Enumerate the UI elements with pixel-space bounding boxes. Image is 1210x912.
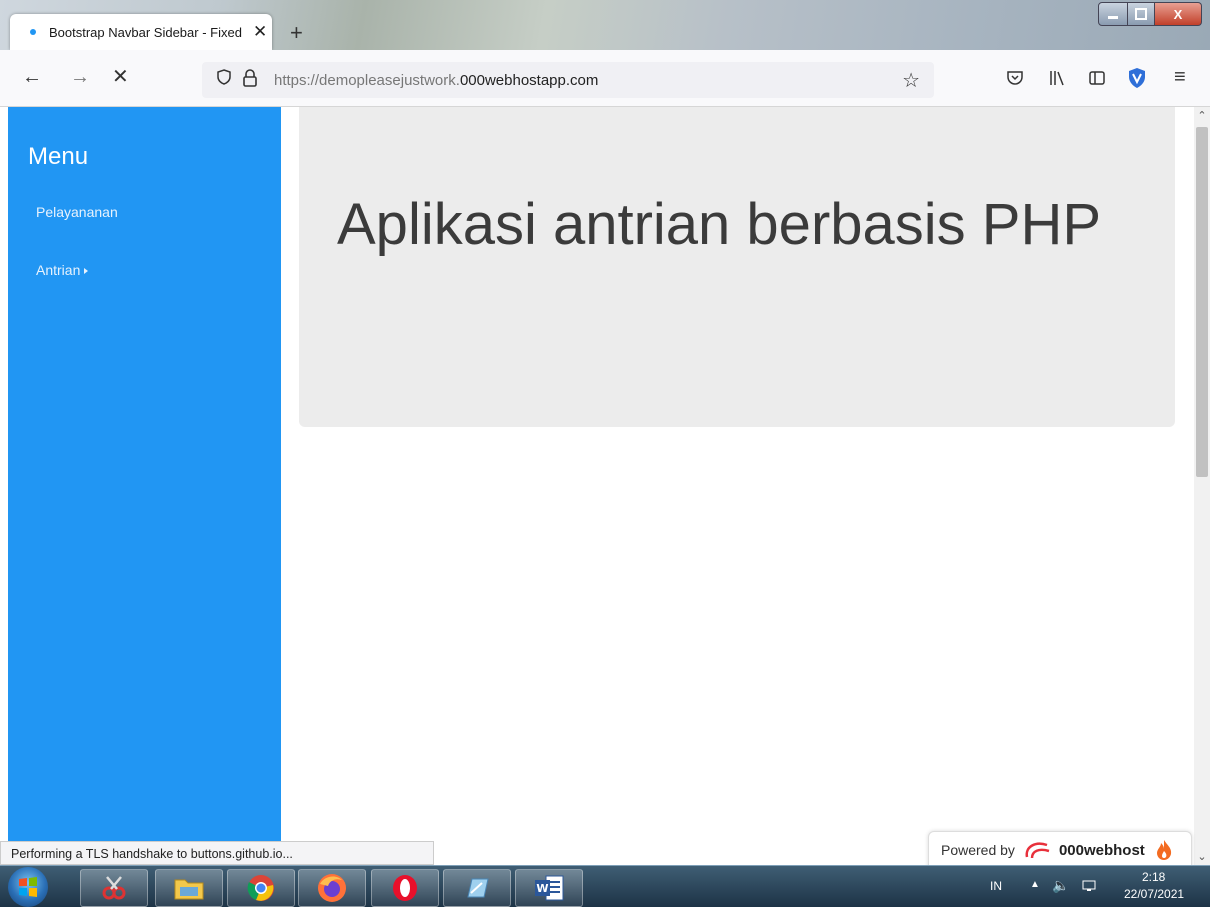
taskbar-snipping-tool[interactable]	[80, 869, 148, 907]
stop-button[interactable]: ✕	[112, 65, 129, 89]
jumbotron: Aplikasi antrian berbasis PHP	[299, 107, 1175, 427]
library-icon[interactable]	[1048, 69, 1066, 87]
tab-loading-icon	[30, 29, 36, 35]
close-window-button[interactable]: X	[1155, 2, 1202, 26]
start-button[interactable]	[8, 867, 48, 907]
sidebar: Menu Pelayananan Antrian	[8, 107, 281, 841]
tracking-protection-icon[interactable]	[216, 69, 232, 85]
minimize-icon	[1108, 15, 1118, 19]
taskbar-notes[interactable]	[443, 869, 511, 907]
scroll-down-icon[interactable]: ⌄	[1194, 850, 1210, 863]
back-button[interactable]: ←	[22, 65, 42, 89]
windows-logo-icon	[19, 877, 37, 897]
folder-icon	[174, 879, 204, 900]
svg-text:W: W	[536, 882, 548, 895]
maximize-button[interactable]	[1128, 2, 1155, 26]
chrome-icon	[247, 875, 274, 901]
flame-icon	[1156, 840, 1171, 860]
tab-close-icon[interactable]: ✕	[253, 22, 267, 42]
url-text[interactable]: https://demopleasejustwork.000webhostapp…	[274, 72, 598, 89]
window-controls: X	[1098, 2, 1202, 26]
system-tray: IN ▲ 🔈 2:18 22/07/2021	[960, 866, 1210, 907]
snipping-tool-icon	[102, 876, 126, 900]
taskbar-explorer[interactable]	[155, 869, 223, 907]
sidebar-icon[interactable]	[1088, 69, 1106, 87]
sidebar-item-label: Antrian	[36, 262, 81, 278]
sidebar-item-pelayananan[interactable]: Pelayananan	[36, 204, 118, 220]
page-scrollbar[interactable]: ⌃ ⌄	[1194, 107, 1210, 865]
caret-right-icon	[84, 268, 89, 275]
app-menu-icon[interactable]: ≡	[1174, 65, 1186, 89]
sidebar-title: Menu	[28, 143, 89, 170]
shield-extension-icon[interactable]	[1127, 67, 1147, 89]
minimize-button[interactable]	[1098, 2, 1128, 26]
word-icon: W	[535, 875, 564, 901]
browser-navbar: ← → ✕ https://demopleasejustwork.000webh…	[0, 50, 1210, 107]
000webhost-logo-icon	[1025, 842, 1050, 859]
bookmark-star-icon[interactable]: ☆	[902, 68, 920, 93]
browser-tab[interactable]: Bootstrap Navbar Sidebar - Fixed ✕	[10, 14, 272, 50]
scroll-up-icon[interactable]: ⌃	[1194, 109, 1210, 122]
clock-time[interactable]: 2:18	[1142, 870, 1165, 884]
page-heading: Aplikasi antrian berbasis PHP	[337, 192, 1102, 257]
volume-icon[interactable]: 🔈	[1052, 877, 1069, 894]
notepad-icon	[467, 878, 489, 898]
new-tab-button[interactable]: +	[290, 22, 303, 44]
forward-button[interactable]: →	[70, 65, 90, 89]
url-bar[interactable]: https://demopleasejustwork.000webhostapp…	[202, 62, 934, 98]
windows-taskbar: W IN ▲ 🔈 2:18 22/07/2021	[0, 865, 1210, 907]
powered-by-label: Powered by	[941, 842, 1015, 858]
url-domain: 000webhostapp.com	[459, 72, 599, 89]
taskbar-word[interactable]: W	[515, 869, 583, 907]
pocket-icon[interactable]	[1006, 69, 1024, 87]
restore-icon	[1135, 8, 1147, 20]
browser-titlebar: Bootstrap Navbar Sidebar - Fixed ✕ + X	[0, 0, 1210, 50]
powered-by-badge[interactable]: Powered by 000webhost	[928, 831, 1192, 869]
network-icon[interactable]	[1082, 878, 1096, 895]
sidebar-item-antrian[interactable]: Antrian	[36, 262, 89, 278]
language-indicator[interactable]: IN	[990, 879, 1002, 893]
taskbar-chrome[interactable]	[227, 869, 295, 907]
taskbar-opera[interactable]	[371, 869, 439, 907]
lock-icon[interactable]	[242, 68, 258, 88]
opera-icon	[393, 875, 417, 901]
firefox-icon	[318, 874, 346, 902]
scroll-thumb[interactable]	[1196, 127, 1208, 477]
taskbar-firefox[interactable]	[298, 869, 366, 907]
url-prefix: https://demopleasejustwork.	[274, 72, 460, 89]
clock-date[interactable]: 22/07/2021	[1124, 887, 1184, 901]
tab-title: Bootstrap Navbar Sidebar - Fixed	[49, 24, 242, 40]
tray-expand-icon[interactable]: ▲	[1030, 879, 1040, 890]
powered-by-brand: 000webhost	[1058, 841, 1145, 859]
status-bar: Performing a TLS handshake to buttons.gi…	[0, 841, 434, 865]
